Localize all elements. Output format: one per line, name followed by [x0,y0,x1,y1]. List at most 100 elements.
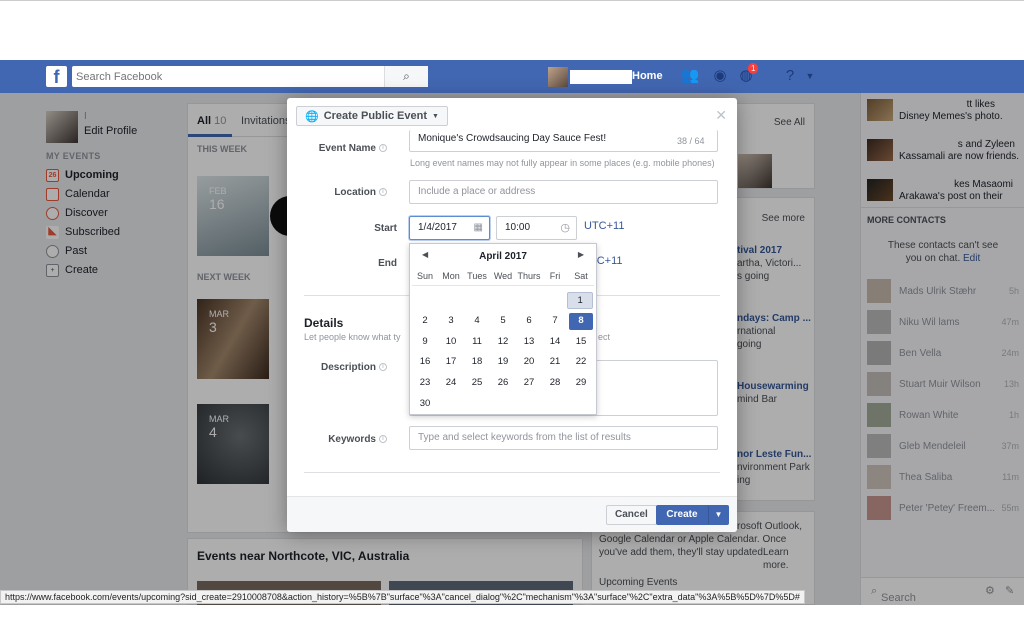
calendar-day[interactable]: 11 [465,334,489,351]
keywords-input[interactable]: Type and select keywords from the list o… [409,426,718,450]
calendar-empty-cell [464,292,488,309]
location-input[interactable]: Include a place or address [409,180,718,204]
calendar-day[interactable]: 12 [491,334,515,351]
event-type-selector[interactable]: 🌐 Create Public Event ▼ [296,106,448,126]
weekday-label: Mon [442,271,460,281]
week-row: 9 10 11 12 13 14 15 [412,332,594,353]
search-input[interactable] [72,66,392,87]
calendar-day[interactable]: 14 [543,334,567,351]
week-row: 16 17 18 19 20 21 22 [412,352,594,373]
info-icon[interactable]: i [379,188,387,197]
close-icon[interactable]: ✕ [715,107,727,124]
calendar-empty-cell [569,396,593,413]
messenger-icon[interactable]: ◉ [710,66,730,86]
calendar-day[interactable]: 17 [439,354,463,371]
calendar-day[interactable]: 28 [543,375,567,392]
timezone-label[interactable]: UTC+11 [584,220,624,232]
calendar-day[interactable]: 9 [413,334,437,351]
weekday-label: Wed [493,271,513,281]
week-row: 23 24 25 26 27 28 29 [412,373,594,394]
calendar-day[interactable]: 21 [543,354,567,371]
chevron-down-icon[interactable]: ▼ [800,66,820,86]
calendar-day[interactable]: 10 [439,334,463,351]
weekday-label: Sat [574,271,588,281]
calendar-day[interactable]: 6 [517,313,541,330]
create-options-chevron-down-icon[interactable]: ▼ [708,505,729,525]
search-icon[interactable]: ⌕ [384,66,428,87]
calendar-empty-cell [542,292,566,309]
calendar-empty-cell [439,396,463,413]
event-type-label: Create Public Event [323,110,428,122]
calendar-day[interactable]: 18 [465,354,489,371]
calendar-empty-cell [490,292,514,309]
weekday-header: Sun Mon Tues Wed Thurs Fri Sat [412,271,594,286]
help-icon[interactable]: ? [780,66,800,86]
clock-icon[interactable]: ◷ [560,217,570,239]
calendar-empty-cell [516,292,540,309]
calendar-day[interactable]: 1 [567,292,594,309]
location-label: Location i [297,187,387,198]
details-heading: Details [304,316,344,330]
calendar-day[interactable]: 4 [465,313,489,330]
calendar-day[interactable]: 19 [491,354,515,371]
calendar-empty-cell [543,396,567,413]
globe-icon: 🌐 [305,110,319,123]
calendar-day[interactable]: 5 [491,313,515,330]
details-subtext-tail: ect [598,332,611,342]
home-link[interactable]: Home [632,70,663,82]
week-row: 30 [412,394,594,415]
weekday-label: Thurs [517,271,541,281]
details-subtext: Let people know what ty [304,332,401,342]
calendar-day[interactable]: 8 [569,312,593,330]
event-name-hint: Long event names may not fully appear in… [410,158,715,168]
weekday-label: Sun [416,271,433,281]
info-icon[interactable]: i [379,144,387,153]
start-label: Start [374,223,397,234]
next-month-icon[interactable]: ▶ [578,250,584,259]
calendar-day[interactable]: 20 [517,354,541,371]
calendar-day[interactable]: 15 [569,334,593,351]
calendar-day[interactable]: 23 [413,375,437,392]
avatar[interactable] [548,67,568,87]
calendar-day[interactable]: 26 [491,375,515,392]
event-name-input[interactable]: Monique's Crowdsaucing Day Sauce Fest! [409,130,718,152]
start-time-input[interactable]: 10:00 ◷ [496,216,577,240]
dialog-footer: Cancel Create ▼ [287,496,737,532]
calendar-day[interactable]: 25 [465,375,489,392]
create-button[interactable]: Create [656,505,708,525]
info-icon[interactable]: i [379,363,387,372]
month-title: April 2017 [479,251,527,262]
calendar-day[interactable]: 16 [413,354,437,371]
calendar-day[interactable]: 27 [517,375,541,392]
browser-status-bar: https://www.facebook.com/events/upcoming… [0,590,805,604]
calendar-empty-cell [439,292,463,309]
calendar-day[interactable]: 22 [569,354,593,371]
cancel-button[interactable]: Cancel [606,505,657,525]
keywords-label: Keywords i [297,434,387,445]
date-picker-header: ◀ April 2017 ▶ [410,250,596,266]
chevron-down-icon: ▼ [432,112,439,120]
end-label: End [378,258,397,269]
search-bar[interactable]: ⌕ [72,66,428,87]
day-grid: 1 2 3 4 5 6 7 8 9 10 11 12 13 14 15 16 17 18 19 20 21 22 23 24 2… [412,290,594,415]
calendar-day[interactable]: 29 [569,375,593,392]
character-counter: 38 / 64 [677,136,705,146]
info-icon[interactable]: i [379,435,387,444]
event-name-label: Event Name i [297,143,387,154]
divider [304,472,720,473]
week-row: 1 [412,290,594,311]
calendar-day[interactable]: 30 [413,396,437,413]
redacted-name [570,70,632,84]
date-picker: ◀ April 2017 ▶ Sun Mon Tues Wed Thurs Fri Sat … [409,243,597,415]
calendar-day[interactable]: 13 [517,334,541,351]
friend-requests-icon[interactable]: 👥 [680,66,700,86]
calendar-day[interactable]: 24 [439,375,463,392]
start-date-input[interactable]: 1/4/2017 ▦ [409,216,490,240]
calendar-day[interactable]: 2 [413,313,437,330]
dialog-header: 🌐 Create Public Event ▼ ✕ [287,98,737,132]
week-row: 2345678 [412,311,594,332]
calendar-day[interactable]: 7 [543,313,567,330]
facebook-logo-icon[interactable]: f [46,66,67,87]
calendar-icon[interactable]: ▦ [474,217,483,239]
calendar-day[interactable]: 3 [439,313,463,330]
